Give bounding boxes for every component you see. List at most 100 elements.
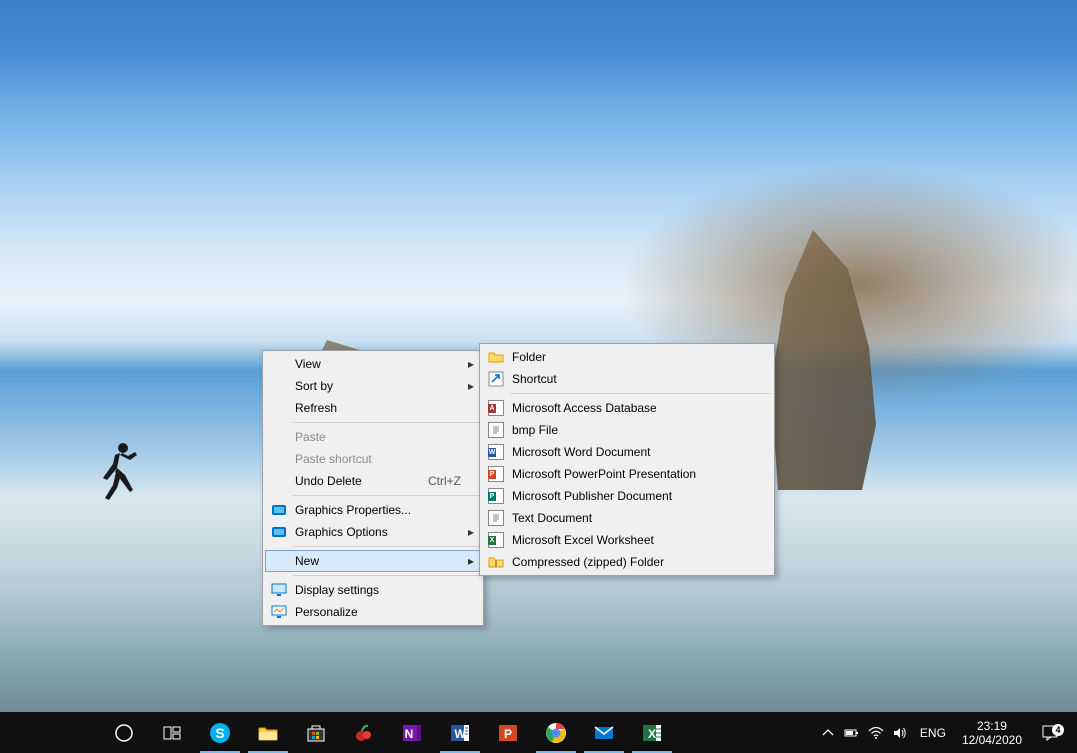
new-item-compressed-zipped-folder[interactable]: Compressed (zipped) Folder (482, 551, 772, 573)
powerpoint-icon: P (496, 721, 520, 745)
skype-icon: S (208, 721, 232, 745)
menu-item-label: Microsoft PowerPoint Presentation (512, 467, 768, 481)
menu-item-label: View (295, 357, 465, 371)
language-indicator[interactable]: ENG (912, 726, 954, 740)
clock-time: 23:19 (977, 719, 1007, 733)
menu-item-label: Paste shortcut (295, 452, 465, 466)
taskbar-microsoft-store[interactable] (292, 712, 340, 753)
personalize-icon (269, 604, 289, 620)
submenu-arrow-icon: ▸ (465, 379, 477, 393)
menu-item-label: Paste (295, 430, 465, 444)
cortana-icon (112, 721, 136, 745)
new-item-microsoft-excel-worksheet[interactable]: X Microsoft Excel Worksheet (482, 529, 772, 551)
menu-item-label: Text Document (512, 511, 768, 525)
taskbar: S N W P X ENG 23:19 12/04/2020 4 (0, 712, 1077, 753)
blank-icon (269, 356, 289, 372)
menu-item-label: Compressed (zipped) Folder (512, 555, 768, 569)
clock-date: 12/04/2020 (962, 733, 1022, 747)
excel-icon: X (640, 721, 664, 745)
taskbar-cherry[interactable] (340, 712, 388, 753)
menu-item-label: Refresh (295, 401, 465, 415)
new-item-microsoft-access-database[interactable]: A Microsoft Access Database (482, 397, 772, 419)
menu-item-graphics-properties-[interactable]: Graphics Properties... (265, 499, 481, 521)
taskbar-cortana[interactable] (100, 712, 148, 753)
menu-item-label: Sort by (295, 379, 465, 393)
menu-item-new[interactable]: New▸ (265, 550, 481, 572)
menu-item-label: Personalize (295, 605, 465, 619)
wifi-icon[interactable] (864, 713, 888, 753)
menu-item-label: Microsoft Publisher Document (512, 489, 768, 503)
mail-icon (592, 721, 616, 745)
menu-item-label: bmp File (512, 423, 768, 437)
taskbar-mail[interactable] (580, 712, 628, 753)
new-item-text-document[interactable]: Text Document (482, 507, 772, 529)
new-item-microsoft-word-document[interactable]: WMicrosoft Word Document (482, 441, 772, 463)
submenu-arrow-icon: ▸ (465, 357, 477, 371)
new-item-bmp-file[interactable]: bmp File (482, 419, 772, 441)
task-view-icon (160, 721, 184, 745)
menu-item-paste-shortcut: Paste shortcut (265, 448, 481, 470)
chrome-icon (544, 721, 568, 745)
menu-item-accelerator: Ctrl+Z (428, 474, 465, 488)
taskbar-skype[interactable]: S (196, 712, 244, 753)
notification-badge: 4 (1052, 724, 1064, 736)
menu-item-label: Graphics Properties... (295, 503, 465, 517)
menu-item-graphics-options[interactable]: Graphics Options▸ (265, 521, 481, 543)
microsoft-store-icon (304, 721, 328, 745)
menu-item-label: Microsoft Access Database (512, 401, 768, 415)
wallpaper-rock (757, 230, 897, 490)
taskbar-chrome[interactable] (532, 712, 580, 753)
blank-icon (269, 378, 289, 394)
wallpaper-runner (95, 440, 145, 520)
menu-item-label: Display settings (295, 583, 465, 597)
menu-item-label: Microsoft Excel Worksheet (512, 533, 768, 547)
menu-item-display-settings[interactable]: Display settings (265, 579, 481, 601)
shortcut-icon (486, 371, 506, 387)
submenu-arrow-icon: ▸ (465, 554, 477, 568)
blank-icon (269, 553, 289, 569)
svg-text:X: X (648, 727, 656, 741)
svg-text:N: N (405, 727, 414, 741)
blank-icon (269, 429, 289, 445)
new-item-microsoft-powerpoint-presentation[interactable]: PMicrosoft PowerPoint Presentation (482, 463, 772, 485)
action-center[interactable]: 4 (1030, 724, 1070, 742)
menu-item-sort-by[interactable]: Sort by▸ (265, 375, 481, 397)
new-item-microsoft-publisher-document[interactable]: PMicrosoft Publisher Document (482, 485, 772, 507)
taskbar-file-explorer[interactable] (244, 712, 292, 753)
blank-icon (269, 451, 289, 467)
menu-item-label: Folder (512, 350, 768, 364)
intel-icon (269, 524, 289, 540)
new-item-shortcut[interactable]: Shortcut (482, 368, 772, 390)
system-tray: ENG 23:19 12/04/2020 4 (816, 712, 1077, 753)
menu-item-refresh[interactable]: Refresh (265, 397, 481, 419)
taskbar-onenote[interactable]: N (388, 712, 436, 753)
text-icon (486, 510, 506, 526)
bmp-icon (486, 422, 506, 438)
menu-item-label: Microsoft Word Document (512, 445, 768, 459)
taskbar-powerpoint[interactable]: P (484, 712, 532, 753)
menu-item-personalize[interactable]: Personalize (265, 601, 481, 623)
menu-item-paste: Paste (265, 426, 481, 448)
menu-item-undo-delete[interactable]: Undo DeleteCtrl+Z (265, 470, 481, 492)
clock[interactable]: 23:19 12/04/2020 (954, 719, 1030, 747)
volume-icon[interactable] (888, 713, 912, 753)
folder-icon (486, 349, 506, 365)
menu-item-label: Graphics Options (295, 525, 465, 539)
onenote-icon: N (400, 721, 424, 745)
svg-text:S: S (215, 725, 224, 741)
new-item-folder[interactable]: Folder (482, 346, 772, 368)
blank-icon (269, 473, 289, 489)
word-icon: W (448, 721, 472, 745)
battery-icon[interactable] (840, 713, 864, 753)
desktop-context-menu: View▸Sort by▸RefreshPastePaste shortcutU… (262, 350, 484, 626)
show-hidden-icons[interactable] (816, 713, 840, 753)
cherry-icon (352, 721, 376, 745)
access-icon: A (486, 400, 506, 416)
menu-item-view[interactable]: View▸ (265, 353, 481, 375)
taskbar-word[interactable]: W (436, 712, 484, 753)
display-icon (269, 582, 289, 598)
excel-icon: X (486, 532, 506, 548)
svg-text:P: P (504, 727, 512, 741)
taskbar-excel[interactable]: X (628, 712, 676, 753)
taskbar-task-view[interactable] (148, 712, 196, 753)
